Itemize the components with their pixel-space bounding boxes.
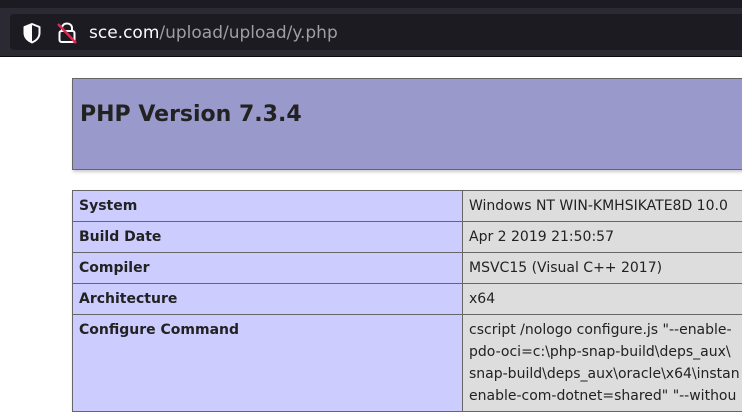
- row-value-line: Windows NT WIN-KMHSIKATE8D 10.0: [469, 198, 728, 214]
- url-host: sce.com: [89, 23, 159, 43]
- browser-tab-strip: [0, 0, 742, 8]
- url-text[interactable]: sce.com/upload/upload/y.php: [89, 22, 338, 44]
- table-row: Configure Command cscript /nologo config…: [73, 315, 742, 412]
- shield-icon[interactable]: [22, 22, 42, 44]
- row-value: Windows NT WIN-KMHSIKATE8D 10.0: [463, 191, 742, 222]
- table-row: Build Date Apr 2 2019 21:50:57: [73, 222, 742, 253]
- table-row: Compiler MSVC15 (Visual C++ 2017): [73, 253, 742, 284]
- row-value-line: cscript /nologo configure.js "--enable-: [469, 322, 732, 338]
- url-path: /upload/upload/y.php: [159, 23, 337, 43]
- row-label: Build Date: [73, 222, 463, 253]
- row-value-line: Apr 2 2019 21:50:57: [469, 229, 614, 245]
- php-version-header: PHP Version 7.3.4: [72, 78, 742, 170]
- page-title: PHP Version 7.3.4: [80, 101, 302, 129]
- row-value: Apr 2 2019 21:50:57: [463, 222, 742, 253]
- row-label: Architecture: [73, 284, 463, 315]
- row-value-line: snap-build\deps_aux\oracle\x64\instan: [469, 366, 740, 382]
- row-value-line: MSVC15 (Visual C++ 2017): [469, 260, 662, 276]
- row-label: Compiler: [73, 253, 463, 284]
- table-row: Architecture x64: [73, 284, 742, 315]
- row-value: cscript /nologo configure.js "--enable-p…: [463, 315, 742, 412]
- row-value: x64: [463, 284, 742, 315]
- row-value-line: pdo-oci=c:\php-snap-build\deps_aux\: [469, 344, 731, 360]
- row-label: Configure Command: [73, 315, 463, 412]
- row-value: MSVC15 (Visual C++ 2017): [463, 253, 742, 284]
- row-value-line: x64: [469, 291, 495, 307]
- browser-toolbar: sce.com/upload/upload/y.php: [0, 8, 742, 57]
- insecure-lock-icon[interactable]: [56, 21, 78, 45]
- table-row: System Windows NT WIN-KMHSIKATE8D 10.0: [73, 191, 742, 222]
- row-label: System: [73, 191, 463, 222]
- php-info-table: System Windows NT WIN-KMHSIKATE8D 10.0 B…: [72, 190, 742, 412]
